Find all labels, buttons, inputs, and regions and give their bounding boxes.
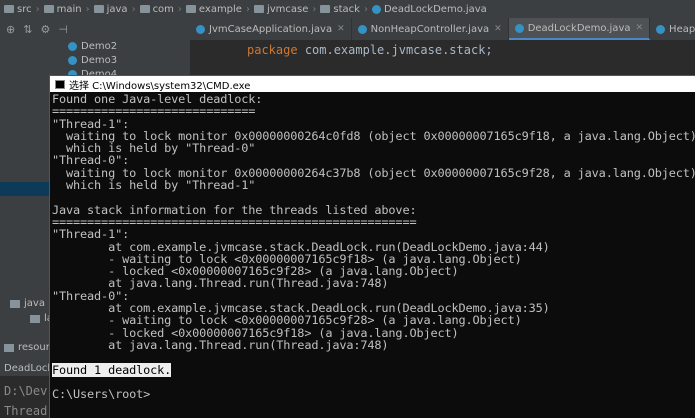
- console-line: at java.lang.Thread.run(Thread.java:748): [52, 337, 389, 352]
- console-line: =============================: [52, 104, 256, 119]
- tree-item-demo3[interactable]: Demo3: [68, 55, 117, 66]
- close-icon[interactable]: ✕: [494, 24, 502, 34]
- folder-icon: [30, 314, 40, 323]
- close-icon[interactable]: ✕: [636, 23, 644, 33]
- breadcrumb-item[interactable]: main ›: [43, 4, 90, 15]
- collapse-icon[interactable]: ⊣: [58, 23, 68, 36]
- folder-icon: [320, 5, 331, 13]
- tab-nonheapcontroller[interactable]: NonHeapController.java ✕: [352, 18, 509, 40]
- gear-icon[interactable]: ⚙: [40, 23, 50, 36]
- breadcrumb-item[interactable]: src ›: [4, 4, 40, 15]
- console-line: Found 1 deadlock.: [52, 362, 695, 377]
- tree-item-resources[interactable]: resourc: [4, 342, 55, 353]
- tree-item-java[interactable]: java: [10, 298, 45, 309]
- class-icon: [68, 42, 77, 51]
- cmd-app-icon: [55, 79, 65, 89]
- class-icon: [196, 24, 205, 34]
- breadcrumb-item[interactable]: DeadLockDemo.java: [371, 4, 487, 15]
- folder-icon: [185, 5, 196, 13]
- cmd-window[interactable]: 选择 C:\Windows\system32\CMD.exe Found one…: [50, 76, 695, 418]
- project-toolbar: ⊕ ⇅ ⚙ ⊣: [0, 18, 190, 40]
- class-icon: [357, 24, 367, 34]
- globe-icon[interactable]: ⊕: [6, 23, 15, 36]
- folder-icon: [139, 5, 150, 13]
- folder-icon: [43, 5, 54, 13]
- folder-icon: [4, 343, 14, 352]
- console-output[interactable]: Found one Java-level deadlock: ==========…: [52, 93, 695, 418]
- tab-heapcontroller[interactable]: HeapController.java✕: [650, 18, 695, 40]
- folder-icon: [93, 5, 104, 13]
- breadcrumb-item[interactable]: example ›: [185, 4, 250, 15]
- tab-jvmcaseapplication[interactable]: JvmCaseApplication.java ✕: [190, 18, 352, 40]
- sync-icon[interactable]: ⇅: [23, 23, 32, 36]
- console-line: which is held by "Thread-0": [52, 141, 256, 156]
- code-line: package com.example.jvmcase.stack;: [247, 43, 493, 57]
- tab-deadlockdemo[interactable]: DeadLockDemo.java ✕: [508, 18, 651, 40]
- cmd-title: 选择 C:\Windows\system32\CMD.exe: [69, 80, 251, 92]
- cmd-title-bar[interactable]: 选择 C:\Windows\system32\CMD.exe: [50, 76, 695, 92]
- breadcrumb-item[interactable]: com ›: [139, 4, 182, 15]
- tree-selection: [0, 182, 50, 196]
- folder-icon: [4, 5, 14, 13]
- close-icon[interactable]: ✕: [337, 24, 345, 34]
- tree-item-demo2[interactable]: Demo2: [68, 41, 117, 52]
- selected-text: Found 1 deadlock.: [52, 362, 172, 377]
- console-line: at java.lang.Thread.run(Thread.java:748): [52, 276, 389, 291]
- breadcrumb-item[interactable]: jvmcase ›: [253, 4, 316, 15]
- folder-icon: [10, 299, 20, 308]
- console-line: which is held by "Thread-1": [52, 178, 256, 193]
- folder-icon: [253, 5, 264, 13]
- breadcrumb-item[interactable]: stack ›: [320, 4, 368, 15]
- run-output-line: D:\Dev: [4, 384, 48, 398]
- breadcrumb-item[interactable]: java ›: [93, 4, 136, 15]
- class-icon: [514, 23, 524, 33]
- class-icon: [656, 24, 666, 34]
- class-icon: [68, 56, 77, 65]
- console-line: ========================================…: [52, 214, 417, 229]
- breadcrumb: src › main › java › com › example › jvmcase › …: [0, 0, 695, 19]
- class-icon: [371, 4, 381, 14]
- editor-tab-bar: JvmCaseApplication.java ✕ NonHeapControll…: [190, 18, 695, 40]
- run-output-line: Thread: [4, 404, 48, 418]
- console-line: C:\Users\root>: [52, 387, 151, 402]
